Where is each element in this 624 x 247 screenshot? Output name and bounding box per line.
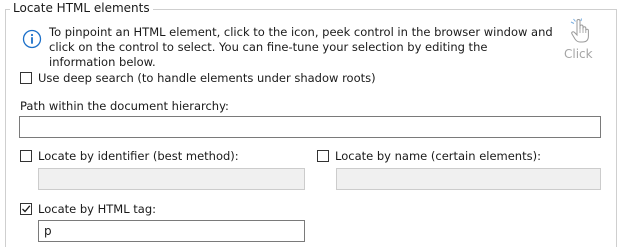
info-icon xyxy=(22,29,42,49)
name-input[interactable] xyxy=(336,168,601,190)
hand-pointer-icon xyxy=(569,18,591,44)
info-text: To pinpoint an HTML element, click to th… xyxy=(49,25,553,69)
locate-by-identifier-label[interactable]: Locate by identifier (best method): xyxy=(38,149,239,163)
click-button[interactable]: Click xyxy=(563,16,593,61)
path-input[interactable] xyxy=(19,116,601,138)
checkmark-icon xyxy=(22,205,31,213)
deep-search-checkbox[interactable] xyxy=(20,72,32,84)
locate-by-identifier-checkbox[interactable] xyxy=(20,150,32,162)
deep-search-label[interactable]: Use deep search (to handle elements unde… xyxy=(38,71,376,85)
click-label: Click xyxy=(564,47,593,61)
locate-by-html-tag-label[interactable]: Locate by HTML tag: xyxy=(38,202,156,216)
identifier-input[interactable] xyxy=(38,168,305,190)
locate-html-elements-panel: Locate HTML elements To pinpoint an HTML… xyxy=(0,0,624,247)
html-tag-input[interactable]: p xyxy=(38,220,305,242)
path-label: Path within the document hierarchy: xyxy=(20,99,229,113)
locate-by-name-checkbox[interactable] xyxy=(317,150,329,162)
group-title: Locate HTML elements xyxy=(10,1,153,15)
locate-by-html-tag-checkbox[interactable] xyxy=(20,203,32,215)
locate-by-name-label[interactable]: Locate by name (certain elements): xyxy=(335,149,541,163)
